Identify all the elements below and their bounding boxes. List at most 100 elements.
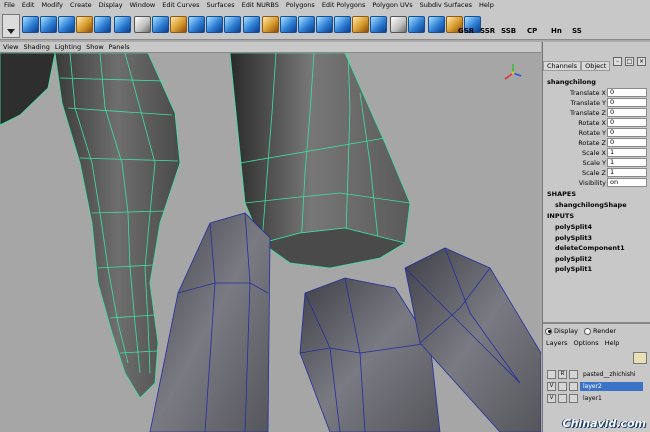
display-type-toggle[interactable]: R <box>558 369 567 379</box>
display-type-toggle[interactable] <box>558 393 567 403</box>
poke-icon[interactable] <box>243 16 260 33</box>
polygon-plane-icon[interactable] <box>58 16 75 33</box>
attr-value-field[interactable]: on <box>607 178 647 187</box>
menu-surfaces[interactable]: Surfaces <box>206 0 234 11</box>
shelf-button-ssb[interactable]: SSB <box>501 27 516 36</box>
tab-channels[interactable]: Channels <box>543 61 582 71</box>
layer-row[interactable]: Vlayer2 <box>547 381 643 391</box>
layer-name[interactable]: layer2 <box>580 381 643 391</box>
attr-value-field[interactable]: 0 <box>607 98 647 107</box>
attr-value-field[interactable]: 1 <box>607 158 647 167</box>
main-menubar: File Edit Modify Create Display Window Edit Cu… <box>0 0 650 11</box>
loop-icon[interactable] <box>408 16 425 33</box>
menu-edit-polygons[interactable]: Edit Polygons <box>322 0 366 11</box>
attr-row-scale-z: Scale Z1 <box>543 168 650 178</box>
crease-icon[interactable] <box>262 16 279 33</box>
polygon-cube-icon[interactable] <box>22 16 39 33</box>
attr-value-field[interactable]: 1 <box>607 168 647 177</box>
menu-edit[interactable]: Edit <box>22 0 35 11</box>
visibility-toggle[interactable]: V <box>547 381 556 391</box>
snap-icon[interactable] <box>352 16 369 33</box>
bevel-icon[interactable] <box>152 16 169 33</box>
subdiv-icon[interactable] <box>280 16 297 33</box>
shelf-button-cp[interactable]: CP <box>527 27 537 36</box>
color-swatch[interactable] <box>569 369 578 379</box>
mirror-icon[interactable] <box>188 16 205 33</box>
input-node[interactable]: polySplit4 <box>555 223 592 231</box>
wedge-icon[interactable] <box>206 16 223 33</box>
new-layer-icon[interactable] <box>633 352 647 364</box>
shelf-button-ss[interactable]: SS <box>572 27 582 36</box>
layer-name[interactable]: pasted__zhichishi <box>580 370 643 379</box>
menu-modify[interactable]: Modify <box>41 0 63 11</box>
shape-name[interactable]: shangchilongShape <box>555 201 627 209</box>
visibility-toggle[interactable] <box>547 369 556 379</box>
menu-help[interactable]: Help <box>479 0 494 11</box>
panel-menu-show[interactable]: Show <box>86 43 104 51</box>
menu-edit-nurbs[interactable]: Edit NURBS <box>242 0 279 11</box>
layer-row[interactable]: Rpasted__zhichishi <box>547 369 643 379</box>
attr-value-field[interactable]: 0 <box>607 138 647 147</box>
attr-value-field[interactable]: 0 <box>607 108 647 117</box>
ring-icon[interactable] <box>390 16 407 33</box>
panel-menu-shading[interactable]: Shading <box>23 43 49 51</box>
attr-row-translate-y: Translate Y0 <box>543 98 650 108</box>
panel-menu-lighting[interactable]: Lighting <box>55 43 81 51</box>
input-node[interactable]: polySplit1 <box>555 265 592 273</box>
attr-value-field[interactable]: 0 <box>607 118 647 127</box>
attr-row-rotate-z: Rotate Z0 <box>543 138 650 148</box>
color-swatch[interactable] <box>569 393 578 403</box>
rotate-tool-icon[interactable] <box>316 16 333 33</box>
input-node[interactable]: polySplit3 <box>555 234 592 242</box>
visibility-toggle[interactable]: V <box>547 393 556 403</box>
menu-help[interactable]: Help <box>605 339 620 347</box>
display-type-toggle[interactable] <box>558 381 567 391</box>
extrude-icon[interactable] <box>76 16 93 33</box>
mesh-front-prism-left <box>149 212 271 432</box>
tab-object[interactable]: Object <box>581 61 611 71</box>
shelf-button-gsr[interactable]: GSR <box>458 27 474 36</box>
shelf-button-ssr[interactable]: SSR <box>480 27 495 36</box>
render-radio[interactable]: Render <box>583 327 616 335</box>
panel-menu-panels[interactable]: Panels <box>109 43 130 51</box>
display-radio[interactable]: Display <box>545 327 578 335</box>
split-icon[interactable] <box>94 16 111 33</box>
layer-menubar: Layers Options Help <box>546 339 619 347</box>
attr-value-field[interactable]: 1 <box>607 148 647 157</box>
menu-file[interactable]: File <box>4 0 15 11</box>
merge-icon[interactable] <box>114 16 131 33</box>
menu-create[interactable]: Create <box>70 0 92 11</box>
attr-label: Scale Z <box>581 169 606 177</box>
smooth-icon[interactable] <box>170 16 187 33</box>
polygon-sphere-icon[interactable] <box>40 16 57 33</box>
attr-value-field[interactable]: 0 <box>607 128 647 137</box>
soccer-ball-icon[interactable] <box>134 16 151 33</box>
menu-layers[interactable]: Layers <box>546 339 568 347</box>
input-node[interactable]: deleteComponent1 <box>555 244 625 252</box>
panel-menu-view[interactable]: View <box>3 43 18 51</box>
menu-window[interactable]: Window <box>130 0 156 11</box>
append-icon[interactable] <box>224 16 241 33</box>
menu-display[interactable]: Display <box>99 0 123 11</box>
3d-viewport[interactable] <box>0 53 541 432</box>
cut-icon[interactable] <box>370 16 387 33</box>
scale-tool-icon[interactable] <box>334 16 351 33</box>
layer-row[interactable]: Vlayer1 <box>547 393 643 403</box>
triangulate-icon[interactable] <box>428 16 445 33</box>
menu-polygon-uvs[interactable]: Polygon UVs <box>372 0 412 11</box>
shelf-button-hn[interactable]: Hn <box>551 27 562 36</box>
menu-options[interactable]: Options <box>574 339 599 347</box>
menu-polygons[interactable]: Polygons <box>286 0 315 11</box>
object-name[interactable]: shangchilong <box>547 78 596 86</box>
layer-name[interactable]: layer1 <box>580 394 643 403</box>
attr-value-field[interactable]: 0 <box>607 88 647 97</box>
panel-divider[interactable] <box>543 322 650 324</box>
move-tool-icon[interactable] <box>298 16 315 33</box>
color-swatch[interactable] <box>569 381 578 391</box>
menu-subdiv-surfaces[interactable]: Subdiv Surfaces <box>420 0 472 11</box>
chevron-down-icon <box>7 29 15 34</box>
input-node[interactable]: polySplit2 <box>555 255 592 263</box>
attr-row-visibility: Visibility on <box>543 178 650 188</box>
menu-edit-curves[interactable]: Edit Curves <box>162 0 199 11</box>
shelf-menu-button[interactable] <box>2 14 20 38</box>
